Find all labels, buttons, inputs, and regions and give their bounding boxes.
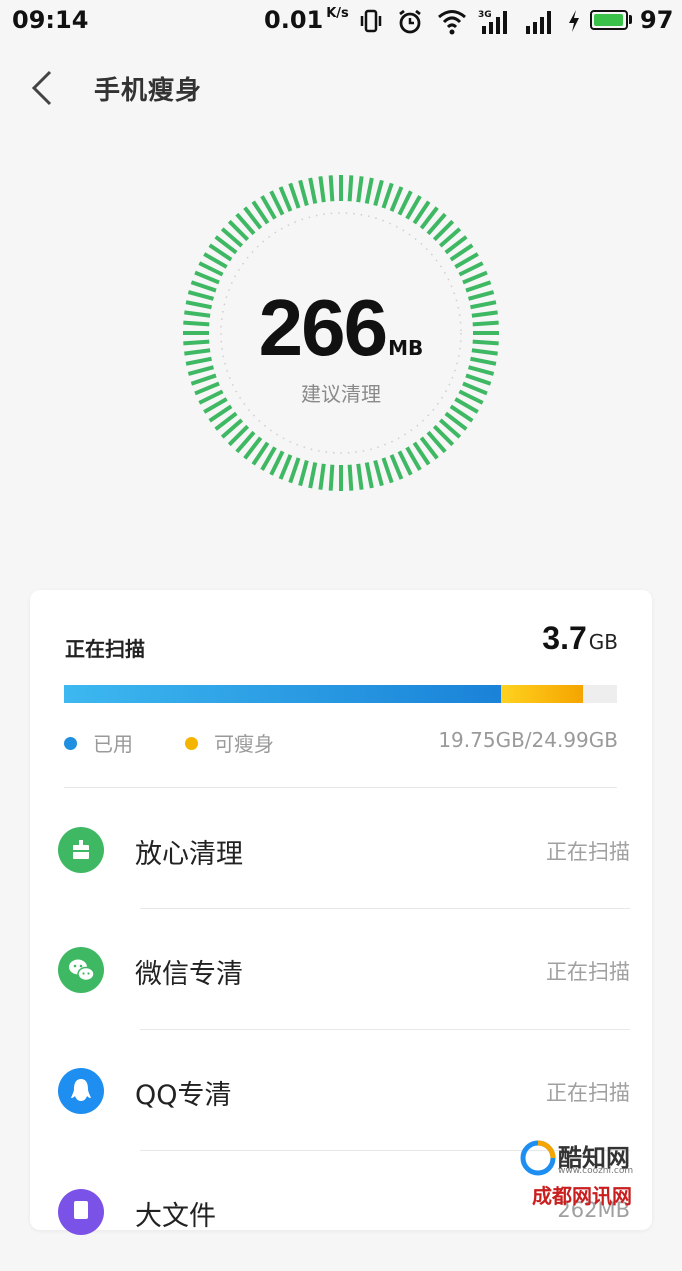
coozhi-logo-icon	[520, 1140, 556, 1176]
gauge-tick	[278, 186, 293, 212]
gauge-tick	[356, 176, 364, 203]
gauge-tick	[356, 463, 364, 490]
gauge-label: 建议清理	[301, 382, 381, 406]
signal-icon	[526, 11, 551, 34]
gauge-value: 266 MB	[0, 282, 682, 374]
item-status: 正在扫描	[546, 1081, 630, 1105]
legend-dot-slimmable	[185, 737, 198, 750]
gauge-tick	[373, 459, 384, 487]
status-time: 09:14	[12, 6, 89, 34]
gauge-tick	[278, 454, 293, 480]
gauge-tick	[373, 179, 384, 207]
gauge-tick	[194, 270, 220, 285]
broom-icon	[58, 827, 104, 873]
list-item-safe-clean[interactable]: 放心清理 正在扫描	[30, 788, 652, 908]
gauge-tick	[328, 175, 335, 202]
wechat-icon	[58, 947, 104, 993]
gauge-tick	[347, 464, 354, 491]
gauge-unit: MB	[388, 336, 424, 360]
gauge-tick	[298, 459, 309, 487]
status-bar: 09:14 0.01 K/s 3G 97	[0, 0, 682, 44]
page-title: 手机瘦身	[94, 76, 203, 106]
wifi-icon	[438, 10, 466, 35]
scan-title: 正在扫描	[65, 637, 145, 661]
list-item-wechat-clean[interactable]: 微信专清 正在扫描	[30, 909, 652, 1029]
scan-size-value: 3.7	[542, 620, 587, 656]
svg-text:3G: 3G	[478, 10, 492, 20]
watermark-text-3: 成都网讯网	[532, 1184, 632, 1208]
vibrate-icon	[360, 9, 382, 33]
storage-bar-used	[64, 685, 501, 703]
item-status: 正在扫描	[546, 840, 630, 864]
back-button[interactable]	[22, 66, 62, 110]
gauge-tick	[328, 464, 335, 491]
gauge-tick	[308, 177, 318, 204]
gauge-tick	[389, 186, 404, 212]
scan-size-unit: GB	[588, 630, 618, 654]
item-label: 放心清理	[135, 839, 243, 870]
gauge-tick	[462, 270, 488, 285]
storage-bar-slimmable	[501, 685, 583, 703]
gauge-tick	[347, 175, 354, 202]
gauge-tick	[298, 179, 309, 207]
gauge-tick	[288, 182, 301, 209]
file-icon	[58, 1189, 104, 1235]
gauge-tick	[364, 462, 374, 489]
gauge-tick	[389, 454, 404, 480]
qq-penguin-icon	[58, 1068, 104, 1114]
legend-used: 已用	[64, 728, 133, 757]
gauge-tick	[364, 177, 374, 204]
battery-cap	[629, 15, 632, 24]
gauge-tick	[318, 176, 326, 203]
watermark-text-2: www.coozhi.com	[558, 1166, 634, 1176]
storage-usage-text: 19.75GB/24.99GB	[438, 728, 618, 752]
gauge-tick	[308, 462, 318, 489]
item-label: 微信专清	[135, 959, 243, 990]
scan-size: 3.7 GB	[542, 620, 618, 657]
battery-icon	[590, 10, 628, 30]
network-speed: 0.01 K/s	[264, 6, 349, 34]
storage-bar	[64, 685, 617, 703]
gauge-tick	[381, 457, 394, 484]
gauge-tick	[318, 463, 326, 490]
watermark: 酷知网 www.coozhi.com 成都网讯网	[508, 1132, 678, 1212]
gauge-number: 266	[258, 283, 388, 372]
battery-percent: 97	[640, 6, 674, 34]
gauge-tick	[288, 457, 301, 484]
item-label: 大文件	[135, 1201, 216, 1232]
item-label: QQ专清	[135, 1080, 232, 1111]
legend-dot-used	[64, 737, 77, 750]
item-status: 正在扫描	[546, 960, 630, 984]
gauge-tick	[381, 182, 394, 209]
signal-3g-icon: 3G	[478, 10, 507, 34]
chevron-left-icon	[31, 70, 52, 106]
charging-icon	[569, 10, 579, 32]
legend-slimmable: 可瘦身	[185, 728, 274, 757]
alarm-icon	[399, 9, 421, 34]
